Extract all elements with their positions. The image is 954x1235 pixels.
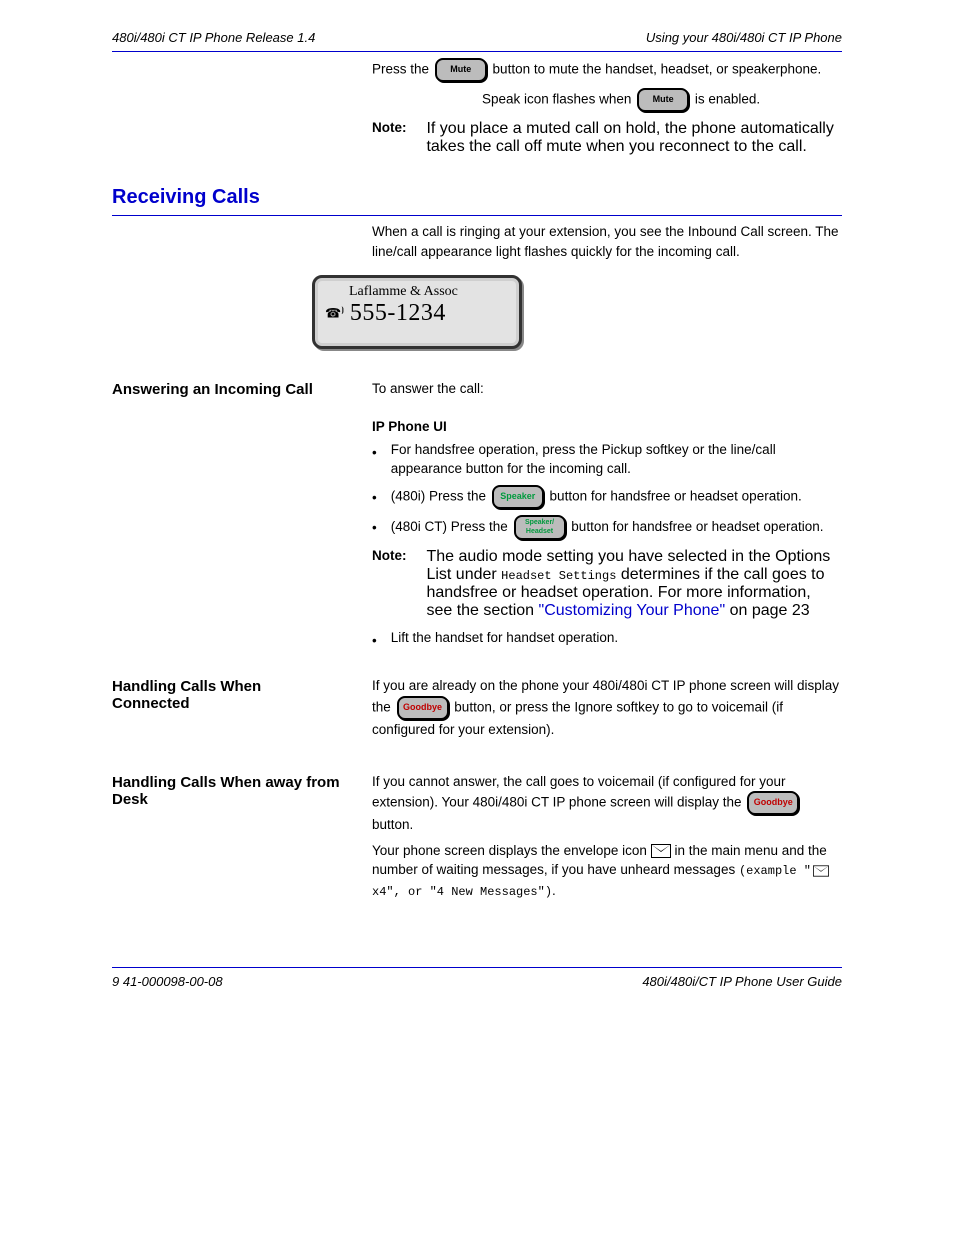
page-header: 480i/480i CT IP Phone Release 1.4 Using … — [112, 30, 842, 45]
answering-note: Note: The audio mode setting you have se… — [372, 548, 842, 620]
headset-settings-code: Headset Settings — [501, 569, 616, 583]
connected-paragraph: If you are already on the phone your 480… — [372, 676, 842, 739]
goodbye-button-icon: Goodbye — [397, 696, 449, 720]
away-paragraph-1: If you cannot answer, the call goes to v… — [372, 772, 842, 835]
goodbye-button-icon-2: Goodbye — [747, 791, 799, 815]
note-body: The audio mode setting you have selected… — [426, 548, 836, 620]
bullet-4: • Lift the handset for handset operation… — [372, 628, 842, 651]
heading-away: Handling Calls When away from Desk — [112, 774, 342, 808]
text: If you cannot answer, the call goes to v… — [372, 774, 785, 810]
page-footer: 9 41-000098-00-08 480i/480i/CT IP Phone … — [112, 974, 842, 989]
text: button for handsfree or headset operatio… — [550, 488, 802, 503]
mute-paragraph-2: Speak icon flashes when Mute is enabled. — [482, 88, 842, 112]
text: on page 23 — [730, 602, 810, 619]
envelope-icon-2 — [813, 865, 829, 876]
lcd-caller-number: 555-1234 — [350, 300, 446, 327]
bullet-icon: • — [372, 518, 377, 540]
bullet-2: • (480i) Press the Speaker button for ha… — [372, 485, 842, 509]
text: x4", or "4 New Messages" — [372, 885, 545, 899]
section-rule — [112, 215, 842, 216]
text: (480i CT) Press the — [391, 519, 512, 534]
mute-paragraph-1: Press the Mute button to mute the handse… — [372, 58, 842, 82]
envelope-icon — [651, 844, 671, 858]
note-label: Note: — [372, 120, 422, 135]
footer-rule — [112, 967, 842, 968]
heading-connected: Handling Calls When Connected — [112, 678, 342, 712]
heading-answering: Answering an Incoming Call — [112, 381, 342, 398]
phone-ringing-icon: ☎⦘ — [325, 305, 344, 321]
text: button for handsfree or headset operatio… — [571, 519, 823, 534]
note-label: Note: — [372, 548, 422, 563]
answering-intro: To answer the call: — [372, 379, 842, 399]
footer-right: 480i/480i/CT IP Phone User Guide — [642, 974, 842, 989]
bullet-icon: • — [372, 488, 377, 509]
bullet-text: (480i) Press the Speaker button for hand… — [391, 485, 802, 509]
text: Your phone screen displays the envelope … — [372, 843, 651, 858]
text: . — [552, 883, 556, 898]
speaker-headset-button-icon: Speaker/ Headset — [514, 515, 566, 540]
mute-note: Note: If you place a muted call on hold,… — [372, 120, 842, 156]
text: button. — [372, 817, 413, 832]
bullet-icon: • — [372, 443, 377, 479]
sub-heading-ip-phone-ui: IP Phone UI — [372, 419, 842, 434]
lcd-screen: Laflamme & Assoc ☎⦘ 555-1234 — [312, 275, 522, 349]
note-body: If you place a muted call on hold, the p… — [426, 120, 836, 156]
bullet-3: • (480i CT) Press the Speaker/ Headset b… — [372, 515, 842, 540]
link-customizing-phone[interactable]: "Customizing Your Phone" — [539, 602, 726, 619]
bullet-1: • For handsfree operation, press the Pic… — [372, 440, 842, 479]
section-receiving-calls: Receiving Calls — [112, 186, 842, 209]
receiving-paragraph: When a call is ringing at your extension… — [372, 222, 842, 261]
lcd-caller-name: Laflamme & Assoc — [349, 284, 509, 300]
text: Press the — [372, 62, 433, 77]
header-right: Using your 480i/480i CT IP Phone — [646, 30, 842, 45]
text: Speak icon flashes when — [482, 92, 635, 107]
header-left: 480i/480i CT IP Phone Release 1.4 — [112, 30, 315, 45]
footer-left: 9 41-000098-00-08 — [112, 974, 223, 989]
text: (480i) Press the — [391, 488, 490, 503]
bullet-text: Lift the handset for handset operation. — [391, 628, 618, 651]
speaker-button-icon: Speaker — [492, 485, 544, 509]
mute-button-icon-2: Mute — [637, 88, 689, 112]
text: is enabled. — [695, 92, 760, 107]
text: button to mute the handset, headset, or … — [493, 62, 822, 77]
bullet-icon: • — [372, 631, 377, 651]
bullet-text: (480i CT) Press the Speaker/ Headset but… — [391, 515, 824, 540]
mute-button-icon: Mute — [435, 58, 487, 82]
header-rule — [112, 51, 842, 52]
away-paragraph-2: Your phone screen displays the envelope … — [372, 841, 842, 901]
bullet-text: For handsfree operation, press the Picku… — [391, 440, 842, 479]
